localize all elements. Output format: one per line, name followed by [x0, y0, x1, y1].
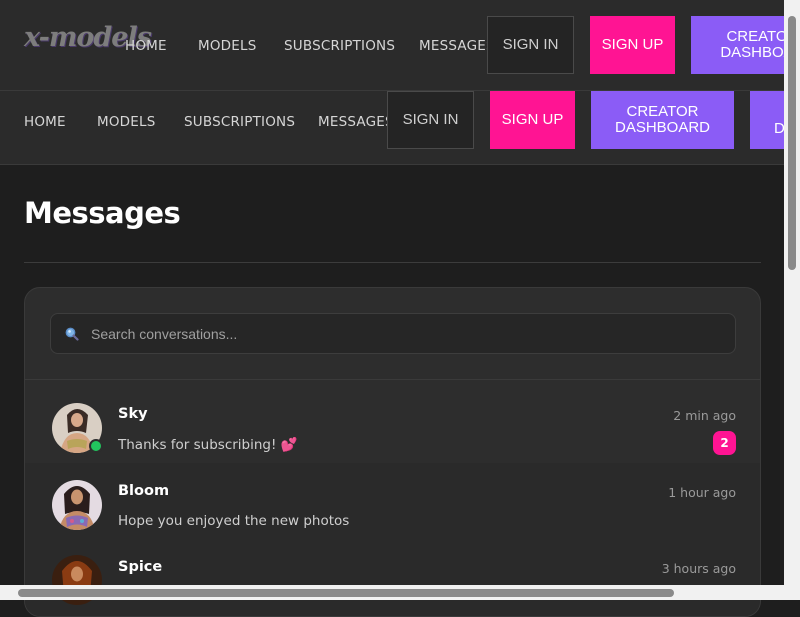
vertical-scrollbar[interactable] — [784, 0, 800, 585]
sign-up-button[interactable]: SIGN UP — [590, 16, 675, 74]
sign-in-button[interactable]: SIGN IN — [387, 91, 474, 149]
unread-badge: 2 — [713, 431, 736, 455]
nav-home[interactable]: HOME — [24, 114, 66, 130]
page-title: Messages — [24, 196, 181, 230]
sign-up-button[interactable]: SIGN UP — [490, 91, 575, 149]
nav-messages[interactable]: MESSAGES — [419, 38, 495, 54]
horizontal-scrollbar[interactable] — [0, 585, 800, 600]
online-indicator — [89, 439, 103, 453]
secondary-nav-bar: HOME MODELS SUBSCRIPTIONS MESSAGES SIGN … — [0, 90, 784, 165]
conversation-time: 1 hour ago — [668, 485, 736, 500]
avatar — [52, 480, 102, 530]
creator-dashboard-button[interactable]: CREATO DASHBOA — [691, 16, 784, 74]
conversation-time: 2 min ago — [673, 408, 736, 423]
nav-subscriptions[interactable]: SUBSCRIPTIONS — [284, 38, 395, 54]
conversation-item-sky[interactable]: Sky 2 min ago Thanks for subscribing! 💕 … — [25, 381, 760, 463]
conversation-time: 3 hours ago — [661, 561, 736, 576]
conversation-name: Sky — [118, 406, 148, 422]
nav-models[interactable]: MODELS — [97, 114, 156, 130]
conversation-name: Spice — [118, 559, 163, 575]
nav-models[interactable]: MODELS — [198, 38, 257, 54]
conversations-panel: Sky 2 min ago Thanks for subscribing! 💕 … — [24, 287, 761, 617]
conversation-preview: Hope you enjoyed the new photos — [118, 513, 350, 529]
horizontal-scroll-thumb[interactable] — [18, 589, 674, 597]
conversation-item-bloom[interactable]: Bloom 1 hour ago Hope you enjoyed the ne… — [25, 463, 760, 545]
nav-messages[interactable]: MESSAGES — [318, 114, 394, 130]
nav-subscriptions[interactable]: SUBSCRIPTIONS — [184, 114, 295, 130]
overflow-nav-button[interactable]: D — [750, 91, 784, 149]
nav-home[interactable]: HOME — [125, 38, 167, 54]
conversation-preview: Thanks for subscribing! 💕 — [118, 437, 298, 453]
magnifier-icon — [65, 326, 79, 341]
conversation-name: Bloom — [118, 483, 170, 499]
search-box[interactable] — [50, 313, 736, 354]
search-input[interactable] — [91, 314, 721, 353]
creator-dashboard-button[interactable]: CREATOR DASHBOARD — [591, 91, 734, 149]
conversation-item-spice[interactable]: Spice 3 hours ago — [25, 545, 760, 616]
title-divider — [24, 262, 761, 263]
top-nav-bar: x-models HOME MODELS SUBSCRIPTIONS MESSA… — [0, 0, 784, 90]
search-separator — [25, 379, 760, 380]
sign-in-button[interactable]: SIGN IN — [487, 16, 574, 74]
vertical-scroll-thumb[interactable] — [788, 16, 796, 270]
